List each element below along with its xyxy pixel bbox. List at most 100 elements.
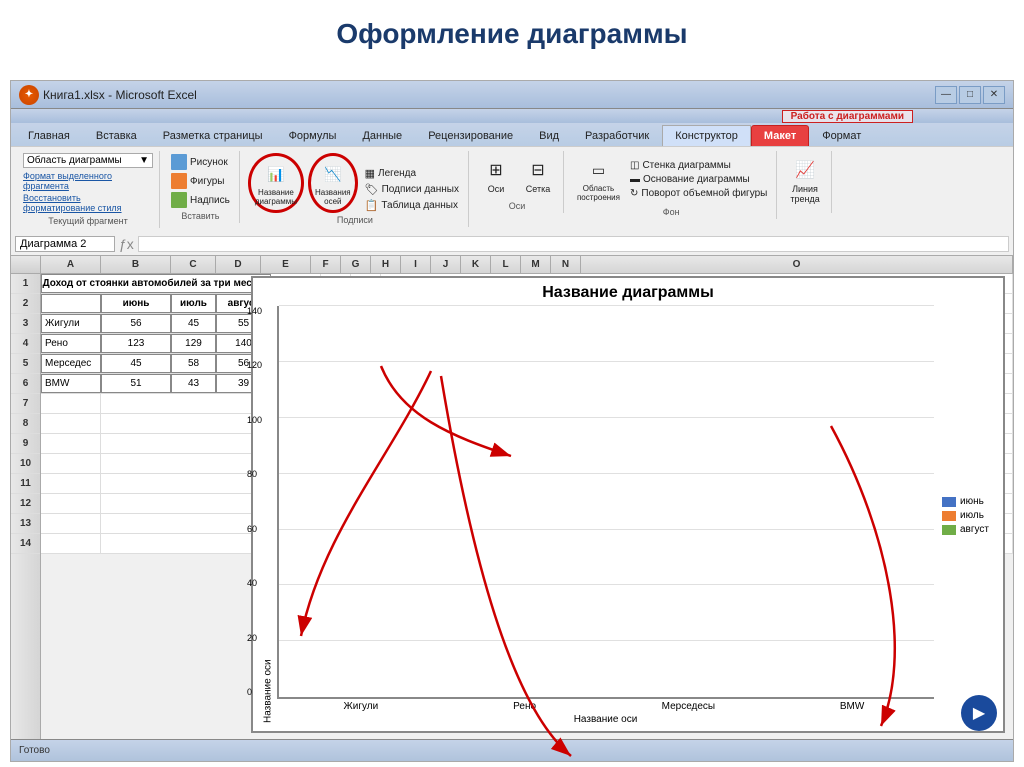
col-header-j: J (431, 256, 461, 273)
axis-titles-button[interactable]: 📉 Названияосей (308, 153, 358, 213)
diagram-work-label-bar: Работа с диаграммами (11, 109, 1013, 123)
legend-color-june (942, 497, 956, 507)
maximize-button[interactable]: □ (959, 86, 981, 104)
tab-home[interactable]: Главная (15, 125, 83, 146)
data-labels-button[interactable]: 🏷 Подписи данных (362, 182, 462, 197)
data-table-icon: 📋 (365, 199, 379, 212)
ribbon-content: Область диаграммы ▼ Формат выделенного ф… (11, 146, 1013, 232)
floor-button[interactable]: ▬ Основание диаграммы (627, 173, 770, 186)
formula-bar: ƒx (11, 232, 1013, 256)
nav-next-button[interactable]: ▶ (961, 695, 997, 731)
chart-legend: июнь июль август (934, 488, 997, 543)
cell-c3[interactable]: 45 (171, 314, 216, 333)
cell-b5[interactable]: 45 (101, 354, 171, 373)
axes-button[interactable]: ⊞ Оси (477, 153, 515, 197)
cell-a7[interactable] (41, 394, 101, 413)
y-axis-label: Название оси (259, 306, 277, 725)
cell-a11[interactable] (41, 474, 101, 493)
cell-a5[interactable]: Мерседес (41, 354, 101, 373)
x-axis-title: Название оси (277, 714, 934, 725)
chart-body: Название оси 0 20 40 60 80 100 120 (259, 306, 997, 725)
chart-title-button[interactable]: 📊 Названиедиаграммы (248, 153, 304, 213)
cell-b2[interactable]: июнь (101, 294, 171, 313)
cell-c6[interactable]: 43 (171, 374, 216, 393)
format-fragment-button[interactable]: Формат выделенного фрагмента (23, 170, 153, 192)
ribbon-group-current-fragment: Область диаграммы ▼ Формат выделенного ф… (17, 151, 160, 228)
legend-label-july: июль (960, 510, 984, 521)
cell-a9[interactable] (41, 434, 101, 453)
cell-b3[interactable]: 56 (101, 314, 171, 333)
cell-a2[interactable] (41, 294, 101, 313)
insert-shapes-label: Фигуры (190, 176, 224, 187)
tab-review[interactable]: Рецензирование (415, 125, 526, 146)
cell-a3[interactable]: Жигули (41, 314, 101, 333)
data-table-label: Таблица данных (381, 200, 458, 211)
plot-area-label: Областьпостроения (577, 184, 620, 202)
office-logo-icon: ✦ (19, 85, 39, 105)
tab-page-layout[interactable]: Разметка страницы (150, 125, 276, 146)
window-title: Книга1.xlsx - Microsoft Excel (43, 88, 197, 102)
restore-format-button[interactable]: Восстановить форматирование стиля (23, 192, 153, 214)
tab-formulas[interactable]: Формулы (276, 125, 350, 146)
insert-text-button[interactable]: Надпись (168, 191, 233, 209)
cell-a13[interactable] (41, 514, 101, 533)
col-header-a: A (41, 256, 101, 273)
cell-a14[interactable] (41, 534, 101, 553)
excel-window: ✦ Книга1.xlsx - Microsoft Excel — □ ✕ Ра… (10, 80, 1014, 762)
col-header-l: L (491, 256, 521, 273)
row-header-7: 7 (11, 394, 40, 414)
tab-data[interactable]: Данные (349, 125, 415, 146)
col-header-n: N (551, 256, 581, 273)
chart-area[interactable]: Название диаграммы Название оси 0 20 40 … (251, 276, 1005, 733)
tab-view[interactable]: Вид (526, 125, 572, 146)
area-dropdown[interactable]: Область диаграммы ▼ (23, 153, 153, 168)
x-axis-labels: Жигули Рено Мерседесы BMW (277, 699, 934, 712)
x-label-bmw: BMW (770, 701, 934, 712)
tab-format[interactable]: Формат (809, 125, 874, 146)
axis-titles-icon: 📉 (319, 160, 347, 188)
cell-a1[interactable]: Доход от стоянки автомобилей за три меся… (41, 274, 271, 293)
chart-title-btn-label: Названиедиаграммы (255, 188, 297, 206)
row-header-9: 9 (11, 434, 40, 454)
cell-a8[interactable] (41, 414, 101, 433)
tab-developer[interactable]: Разработчик (572, 125, 662, 146)
tab-insert[interactable]: Вставка (83, 125, 150, 146)
legend-button[interactable]: ▦ Легенда (362, 166, 462, 181)
rotation-button[interactable]: ↻ Поворот объемной фигуры (627, 187, 770, 200)
plot-area-button[interactable]: ▭ Областьпостроения (572, 153, 625, 205)
col-header-e: E (261, 256, 311, 273)
cell-c4[interactable]: 129 (171, 334, 216, 353)
nav-arrow-icon: ▶ (973, 703, 985, 723)
cell-b6[interactable]: 51 (101, 374, 171, 393)
name-box[interactable] (15, 236, 115, 252)
tab-layout[interactable]: Макет (751, 125, 809, 146)
trendline-button[interactable]: 📈 Линиятренда (785, 153, 824, 207)
cell-b4[interactable]: 123 (101, 334, 171, 353)
minimize-button[interactable]: — (935, 86, 957, 104)
grid-line-80 (279, 473, 934, 474)
cell-a12[interactable] (41, 494, 101, 513)
cell-a4[interactable]: Рено (41, 334, 101, 353)
cell-a10[interactable] (41, 454, 101, 473)
insert-picture-button[interactable]: Рисунок (168, 153, 233, 171)
row-header-8: 8 (11, 414, 40, 434)
data-table-button[interactable]: 📋 Таблица данных (362, 198, 462, 213)
close-button[interactable]: ✕ (983, 86, 1005, 104)
row-header-12: 12 (11, 494, 40, 514)
chart-plot: 0 20 40 60 80 100 120 140 (277, 306, 934, 699)
cell-a6[interactable]: BMW (41, 374, 101, 393)
cell-c5[interactable]: 58 (171, 354, 216, 373)
cell-c2[interactable]: июль (171, 294, 216, 313)
data-labels-label: Подписи данных (382, 184, 459, 195)
axes-label: Оси (488, 184, 505, 194)
floor-label: Основание диаграммы (643, 174, 750, 185)
insert-shapes-button[interactable]: Фигуры (168, 172, 233, 190)
formula-input[interactable] (138, 236, 1009, 252)
page-title: Оформление диаграммы (0, 18, 1024, 50)
row-header-13: 13 (11, 514, 40, 534)
tab-constructor[interactable]: Конструктор (662, 125, 751, 146)
wall-button[interactable]: ◫ Стенка диаграммы (627, 159, 770, 172)
row-header-11: 11 (11, 474, 40, 494)
row-header-4: 4 (11, 334, 40, 354)
grid-button[interactable]: ⊟ Сетка (519, 153, 557, 197)
